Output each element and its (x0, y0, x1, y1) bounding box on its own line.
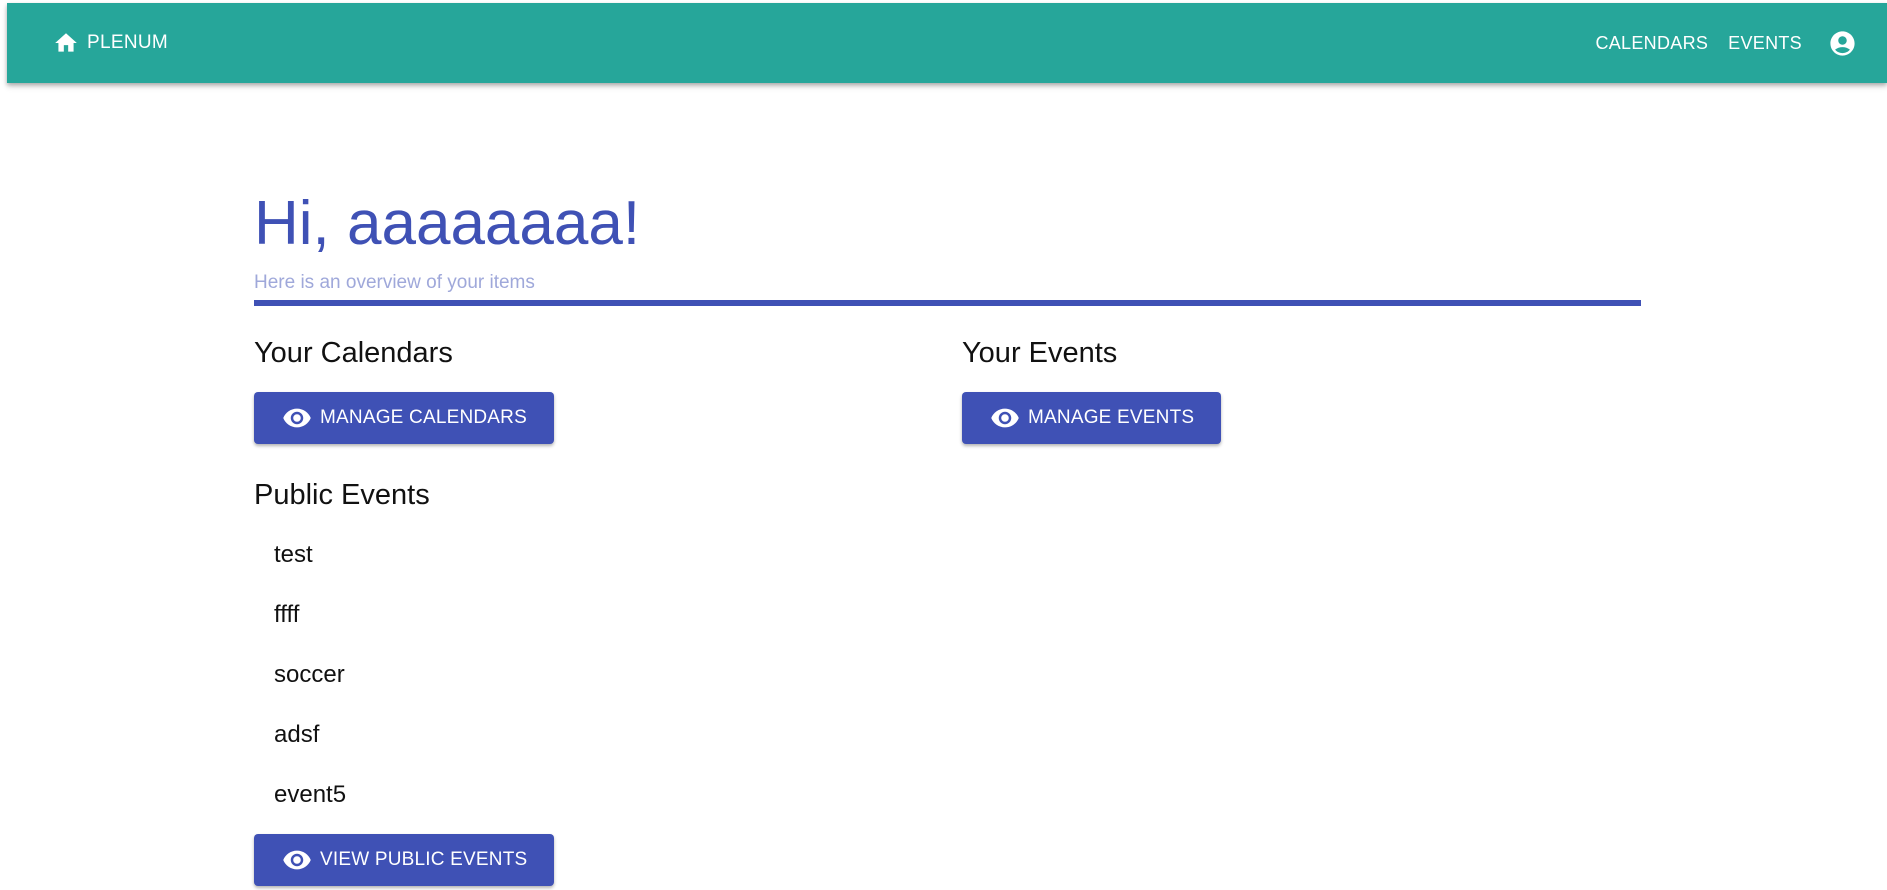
home-link[interactable]: PLENUM (53, 3, 168, 83)
manage-calendars-button[interactable]: MANAGE CALENDARS (254, 392, 554, 444)
your-calendars-heading: Your Calendars (254, 337, 453, 369)
top-app-bar: PLENUM CALENDARS EVENTS (7, 3, 1887, 83)
eye-icon (282, 403, 312, 433)
manage-events-button[interactable]: MANAGE EVENTS (962, 392, 1222, 444)
account-circle-icon[interactable] (1828, 29, 1857, 58)
public-events-list: test ffff soccer adsf event5 (274, 536, 346, 836)
public-event-item[interactable]: soccer (274, 656, 346, 716)
nav-calendars-link[interactable]: CALENDARS (1595, 33, 1708, 54)
view-public-events-label: VIEW PUBLIC EVENTS (320, 849, 528, 870)
overview-subtitle: Here is an overview of your items (254, 272, 535, 293)
view-public-events-button[interactable]: VIEW PUBLIC EVENTS (254, 834, 555, 886)
eye-icon (282, 845, 312, 875)
nav-events-link[interactable]: EVENTS (1728, 33, 1802, 54)
your-events-heading: Your Events (962, 337, 1118, 369)
public-event-item[interactable]: ffff (274, 596, 346, 656)
home-icon (53, 30, 79, 56)
manage-calendars-label: MANAGE CALENDARS (320, 407, 527, 428)
public-event-item[interactable]: test (274, 536, 346, 596)
top-nav: CALENDARS EVENTS (1595, 3, 1857, 83)
brand-label: PLENUM (87, 32, 168, 53)
manage-events-label: MANAGE EVENTS (1028, 407, 1195, 428)
public-event-item[interactable]: event5 (274, 776, 346, 836)
eye-icon (990, 403, 1020, 433)
header-divider (254, 300, 1641, 306)
greeting-heading: Hi, aaaaaaaa! (254, 189, 641, 258)
public-events-heading: Public Events (254, 479, 430, 511)
public-event-item[interactable]: adsf (274, 716, 346, 776)
